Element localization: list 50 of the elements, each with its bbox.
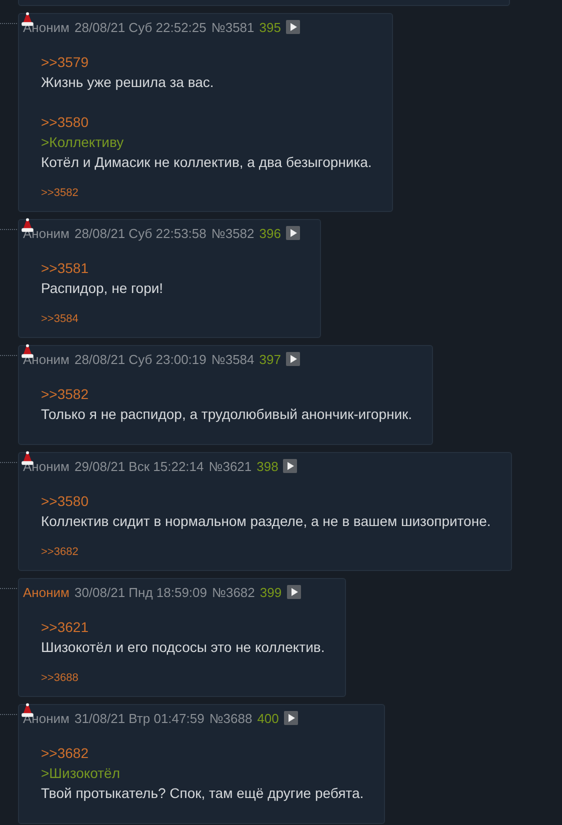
post-text: Коллектив сидит в нормальном разделе, а не в вашем шизопритоне. xyxy=(41,512,491,531)
poster-name: Аноним xyxy=(23,458,70,474)
reply-link[interactable]: >>3581 xyxy=(41,258,88,278)
poster-name: Аноним xyxy=(23,20,70,34)
play-icon[interactable] xyxy=(284,711,298,725)
play-icon[interactable] xyxy=(286,352,300,366)
reply-link[interactable]: >>3582 xyxy=(41,384,88,404)
post-date: 30/08/21 Пнд 18:59:09 xyxy=(74,584,208,600)
poster-name: Аноним xyxy=(23,352,70,366)
answer-link[interactable]: >>3582 xyxy=(41,186,78,200)
post-number-link[interactable]: №3621 xyxy=(208,458,252,474)
answer-link[interactable]: >>3682 xyxy=(41,545,78,559)
post-date: 29/08/21 Вск 15:22:14 xyxy=(74,458,204,474)
quote-text: >Коллективу xyxy=(41,133,124,152)
post-index: 398 xyxy=(256,458,278,474)
reply-link[interactable]: >>3682 xyxy=(41,743,88,763)
post-text: Котёл и Димасик не коллектив, а два безыгорника. xyxy=(41,153,372,172)
post-text: Шизокотёл и его подсосы это не коллектив. xyxy=(41,638,325,657)
answer-link[interactable]: >>3688 xyxy=(41,671,78,685)
post-date: 28/08/21 Суб 22:52:25 xyxy=(74,20,206,34)
answer-link[interactable]: >>3584 xyxy=(41,312,78,326)
post-text: Жизнь уже решила за вас. xyxy=(41,73,214,92)
reply-link[interactable]: >>3621 xyxy=(41,617,88,637)
post-text: Только я не распидор, а трудолюбивый анончик-игорник. xyxy=(41,405,412,424)
post-index: 397 xyxy=(259,352,281,366)
post-index: 399 xyxy=(260,584,282,600)
reply-link[interactable]: >>3579 xyxy=(41,52,88,72)
post-date: 28/08/21 Суб 22:53:58 xyxy=(74,226,206,240)
quote-text: >Шизокотёл xyxy=(41,764,120,783)
post-number-link[interactable]: №3688 xyxy=(209,710,252,726)
post-index: 400 xyxy=(257,710,279,726)
post-index: 395 xyxy=(259,20,281,34)
post-number-link[interactable]: №3581 xyxy=(211,20,254,34)
post-date: 31/08/21 Втр 01:47:59 xyxy=(74,710,204,726)
post-number-link[interactable]: №3582 xyxy=(211,226,254,240)
play-icon[interactable] xyxy=(286,20,300,34)
post-index: 396 xyxy=(259,226,281,240)
post-number-link[interactable]: №3682 xyxy=(212,584,255,600)
reply-link[interactable]: >>3580 xyxy=(41,112,88,132)
poster-name: Аноним xyxy=(23,710,70,726)
play-icon[interactable] xyxy=(286,226,300,240)
post-text: Твой протыкатель? Спок, там ещё другие ребята. xyxy=(41,784,364,803)
play-icon[interactable] xyxy=(286,585,301,599)
reply-link[interactable]: >>3580 xyxy=(41,491,88,511)
play-icon[interactable] xyxy=(283,459,298,473)
poster-name: Аноним xyxy=(23,226,70,240)
post-date: 28/08/21 Суб 23:00:19 xyxy=(74,352,206,366)
post-number-link[interactable]: №3584 xyxy=(211,352,254,366)
poster-name: Аноним xyxy=(23,584,70,600)
post-text: Распидор, не гори! xyxy=(41,279,164,298)
